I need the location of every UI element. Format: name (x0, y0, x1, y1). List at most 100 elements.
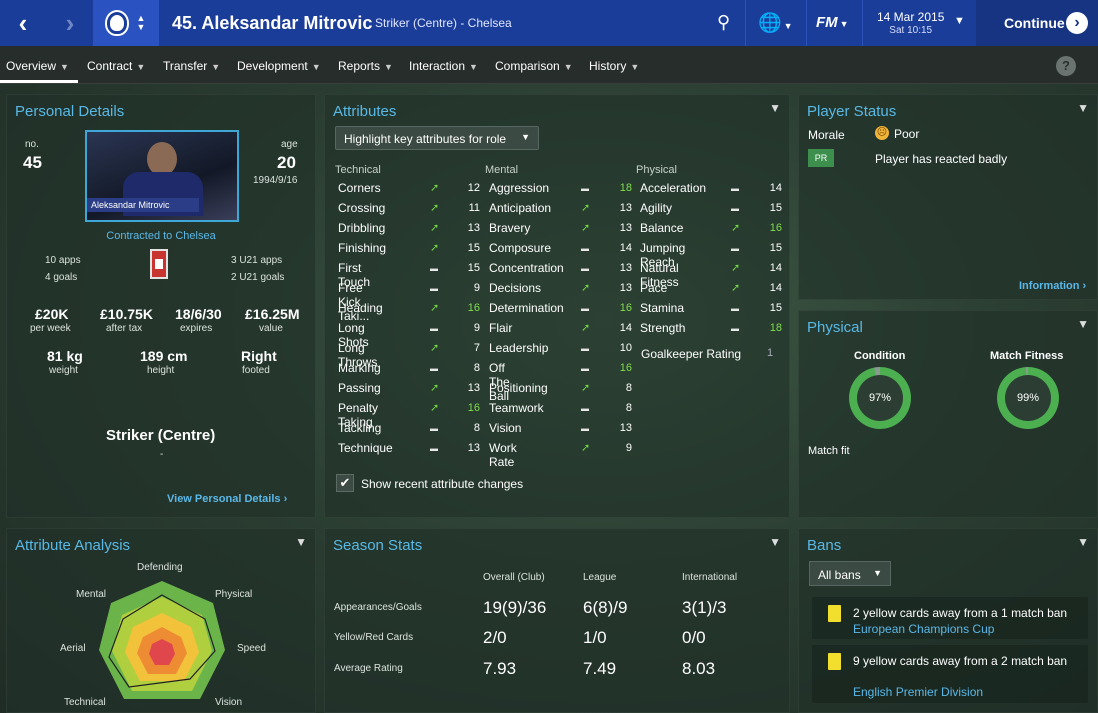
attribute-value: 9 (625, 442, 632, 454)
date-display[interactable]: 14 Mar 2015 Sat 10:15 (877, 11, 944, 37)
league-appearances: 6(8)/9 (583, 598, 628, 617)
trend-up-icon: ➚ (581, 442, 591, 454)
view-personal-details-link[interactable]: View Personal Details › (167, 493, 287, 505)
contract-club-link[interactable]: Contracted to Chelsea (101, 230, 221, 242)
fm-menu-button[interactable]: FM ▼ (816, 14, 849, 31)
attribute-value: 13 (467, 382, 480, 394)
chevron-down-icon[interactable]: ▼ (769, 101, 781, 115)
trend-flat-icon: ▬ (581, 304, 589, 313)
active-tab-indicator (0, 80, 78, 83)
attribute-value: 15 (769, 202, 782, 214)
attribute-name: Heading (338, 301, 383, 315)
age-label: age (281, 139, 298, 150)
radar-label-physical: Physical (215, 589, 253, 600)
globe-icon[interactable]: 🌐 ▼ (758, 11, 793, 35)
tab-reports[interactable]: Reports ▼ (338, 59, 393, 73)
attribute-name: Balance (640, 221, 684, 235)
chevron-down-icon[interactable]: ▼ (1077, 101, 1089, 115)
tab-overview[interactable]: Overview ▼ (6, 59, 69, 73)
chevron-down-icon[interactable]: ▼ (769, 535, 781, 549)
personal-details-panel: Personal Details no. 45 age 20 1994/9/16… (6, 94, 316, 518)
attribute-name: Leadership (489, 341, 549, 355)
trend-up-icon: ➚ (731, 222, 741, 234)
attribute-value: 9 (473, 322, 480, 334)
trend-up-icon: ➚ (731, 262, 741, 274)
recent-changes-checkbox[interactable]: ✔ (336, 474, 354, 492)
trend-flat-icon: ▬ (430, 444, 438, 453)
ban-competition-link[interactable]: English Premier Division (853, 685, 983, 699)
yellow-card-icon (828, 653, 841, 670)
panel-title: Personal Details (15, 103, 125, 120)
time: Sat 10:15 (889, 25, 933, 36)
tab-contract[interactable]: Contract ▼ (87, 59, 145, 73)
divider (862, 0, 863, 46)
international-appearances: 3(1)/3 (682, 598, 727, 617)
information-link[interactable]: Information › (1019, 280, 1086, 292)
trend-flat-icon: ▬ (581, 344, 589, 353)
chevron-down-icon[interactable]: ▼ (1077, 317, 1089, 331)
trend-up-icon: ➚ (731, 282, 741, 294)
attribute-value: 8 (473, 422, 480, 434)
club-selector[interactable]: ▲ ▼ (93, 0, 159, 46)
trend-flat-icon: ▬ (731, 304, 739, 313)
continue-button[interactable]: Continue › (976, 0, 1098, 46)
weight: 81 kg (47, 348, 83, 364)
chevron-down-icon[interactable]: ▼ (1077, 535, 1089, 549)
position: Striker (Centre) (106, 427, 216, 444)
panel-title: Attributes (333, 103, 397, 120)
attribute-name: Aggression (489, 181, 550, 195)
match-fitness-value: 99% (1005, 375, 1051, 421)
foot-label: footed (242, 365, 270, 376)
attribute-name: Marking (338, 361, 381, 375)
ban-competition-link[interactable]: European Champions Cup (853, 622, 994, 636)
trend-up-icon: ➚ (430, 342, 440, 354)
attribute-value: 13 (619, 262, 632, 274)
physical-panel: Physical ▼ Condition 97% Match Fitness 9… (798, 310, 1098, 518)
bans-filter-dropdown[interactable]: All bans ▼ (809, 561, 891, 586)
after-tax-label: after tax (106, 323, 143, 334)
fm-label: FM (816, 14, 838, 31)
attribute-value: 11 (468, 202, 480, 214)
top-bar: ‹ › ▲ ▼ 45. Aleksandar Mitrovic Striker (… (0, 0, 1098, 46)
status-badge: PR (808, 149, 834, 167)
serbia-flag-icon (150, 249, 168, 279)
trend-flat-icon: ▬ (731, 204, 739, 213)
date-of-birth: 1994/9/16 (253, 175, 298, 186)
search-icon[interactable]: ⚲ (717, 12, 730, 33)
attributes-panel: Attributes ▼ Highlight key attributes fo… (324, 94, 790, 518)
back-button[interactable]: ‹ (0, 0, 46, 46)
tab-comparison[interactable]: Comparison ▼ (495, 59, 573, 73)
player-head (147, 142, 177, 176)
attribute-name: Technique (338, 441, 393, 455)
ban-item[interactable]: 2 yellow cards away from a 1 match ban E… (812, 597, 1088, 639)
attribute-name: Strength (640, 321, 686, 335)
help-icon[interactable]: ? (1056, 56, 1076, 76)
continue-label: Continue (1004, 15, 1065, 31)
divider (745, 0, 746, 46)
attribute-name: Stamina (640, 301, 685, 315)
attribute-value: 15 (769, 242, 782, 254)
trend-up-icon: ➚ (430, 182, 440, 194)
page-subtitle: Striker (Centre) - Chelsea (375, 16, 512, 30)
player-photo: Aleksandar Mitrovic (85, 130, 239, 222)
ban-item[interactable]: 9 yellow cards away from a 2 match ban E… (812, 645, 1088, 703)
tab-history[interactable]: History ▼ (589, 59, 639, 73)
arrow-right-icon: › (1066, 12, 1088, 34)
tab-interaction[interactable]: Interaction ▼ (409, 59, 478, 73)
tab-transfer[interactable]: Transfer ▼ (163, 59, 220, 73)
attribute-name: Passing (338, 381, 381, 395)
forward-button[interactable]: › (47, 0, 93, 46)
club-crest-icon (106, 12, 127, 34)
attribute-name: Anticipation (489, 201, 552, 215)
chevron-down-icon[interactable]: ▼ (954, 15, 965, 27)
radar-label-mental: Mental (76, 589, 107, 600)
photo-caption: Aleksandar Mitrovic (87, 198, 199, 212)
trend-up-icon: ➚ (581, 282, 591, 294)
tab-development[interactable]: Development ▼ (237, 59, 321, 73)
height-label: height (147, 365, 175, 376)
overall-appearances: 19(9)/36 (483, 598, 547, 617)
attribute-value: 16 (467, 402, 480, 414)
role-highlight-dropdown[interactable]: Highlight key attributes for role ▼ (335, 126, 539, 150)
trend-flat-icon: ▬ (430, 324, 438, 333)
value-label: value (259, 323, 283, 334)
